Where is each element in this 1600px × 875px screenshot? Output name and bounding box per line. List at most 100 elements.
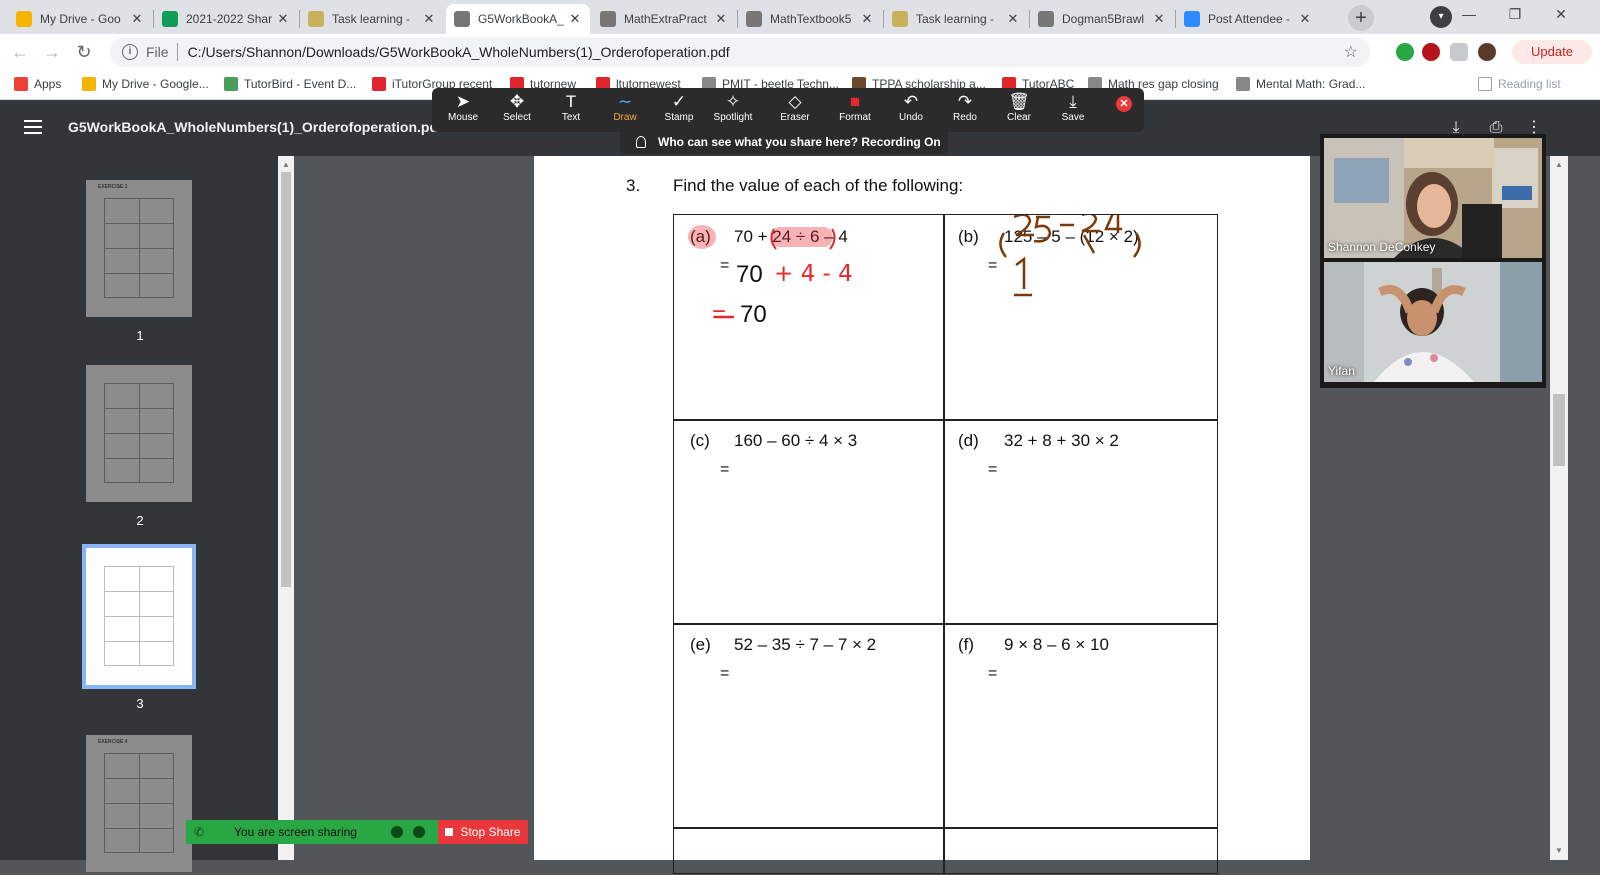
- browser-tab[interactable]: Task learning - ✕: [884, 4, 1028, 34]
- page-thumbnail[interactable]: EXERCISE 1: [86, 180, 192, 317]
- participant-video[interactable]: Shannon DeConkey: [1324, 138, 1542, 258]
- thumbnail-line: [104, 408, 174, 409]
- reload-icon[interactable]: ↻: [72, 40, 96, 64]
- globe-icon: [1038, 11, 1054, 27]
- thumbnail-heading: EXERCISE 1: [98, 184, 128, 190]
- puzzle-extensions-icon[interactable]: [1450, 43, 1468, 61]
- pdf-page: 3. Find the value of each of the followi…: [534, 156, 1310, 874]
- thumbnail-heading: EXERCISE 4: [98, 739, 128, 745]
- select-tool[interactable]: ✥ Select: [490, 92, 544, 123]
- bookmark-item[interactable]: TutorBird - Event D...: [224, 77, 356, 91]
- close-tab-icon[interactable]: ✕: [1152, 11, 1166, 27]
- bookmark-star-icon[interactable]: ☆: [1344, 42, 1358, 62]
- scroll-up-icon[interactable]: ▲: [1555, 160, 1563, 169]
- google-drive-icon: [82, 77, 96, 91]
- page-thumbnail[interactable]: [82, 544, 196, 689]
- spotlight-tool[interactable]: ✧ Spotlight: [706, 92, 760, 123]
- bookmark-label: Mental Math: Grad...: [1256, 77, 1366, 91]
- participant-video[interactable]: Yifan: [1324, 262, 1542, 382]
- bookmark-item[interactable]: My Drive - Google...: [82, 77, 209, 91]
- draw-tool[interactable]: ∼ Draw: [598, 92, 652, 123]
- close-tab-icon[interactable]: ✕: [714, 11, 728, 27]
- screen-sharing-bar[interactable]: ✆ You are screen sharing: [186, 820, 438, 844]
- page-scrollbar[interactable]: ▲ ▼: [1550, 156, 1568, 860]
- site-info-icon[interactable]: i: [122, 44, 138, 60]
- close-tab-icon[interactable]: ✕: [422, 11, 436, 27]
- minimize-icon[interactable]: —: [1446, 0, 1492, 30]
- close-tab-icon[interactable]: ✕: [1298, 11, 1312, 27]
- tutorbird-icon: [224, 77, 238, 91]
- stop-share-button[interactable]: Stop Share: [438, 820, 528, 844]
- browser-tab[interactable]: MathTextbook5 ✕: [738, 4, 882, 34]
- question-text: Find the value of each of the following:: [673, 176, 964, 195]
- draw-icon: ∼: [617, 92, 633, 111]
- clear-tool[interactable]: 🗑 Clear: [992, 92, 1046, 123]
- scroll-down-icon[interactable]: ▼: [1555, 846, 1563, 855]
- restore-icon[interactable]: ❐: [1492, 0, 1538, 30]
- address-bar[interactable]: i File C:/Users/Shannon/Downloads/G5Work…: [110, 37, 1370, 67]
- share-notice-text: Who can see what you share here? Recordi…: [658, 135, 941, 149]
- share-visibility-notice[interactable]: Who can see what you share here? Recordi…: [620, 130, 948, 154]
- tool-label: Spotlight: [713, 112, 753, 123]
- close-annotation-icon[interactable]: ✕: [1116, 96, 1132, 112]
- eraser-tool[interactable]: ◇ Eraser: [768, 92, 822, 123]
- browser-tab[interactable]: MathExtraPract ✕: [592, 4, 736, 34]
- tool-label: Redo: [953, 112, 977, 123]
- tool-label: Undo: [899, 112, 923, 123]
- reading-list-button[interactable]: Reading list: [1478, 77, 1561, 91]
- bookmark-item[interactable]: Mental Math: Grad...: [1236, 77, 1365, 91]
- phone-icon: ✆: [194, 825, 205, 839]
- tool-label: Save: [1061, 112, 1085, 123]
- back-icon[interactable]: ←: [8, 40, 32, 64]
- close-tab-icon[interactable]: ✕: [276, 11, 290, 27]
- ublock-icon[interactable]: [1422, 43, 1440, 61]
- apps-grid-icon: [14, 77, 28, 91]
- highlight-a-label: [688, 225, 716, 249]
- close-tab-icon[interactable]: ✕: [568, 11, 582, 27]
- text-tool[interactable]: T Text: [544, 92, 598, 123]
- browser-tab[interactable]: Dogman5Brawl ✕: [1030, 4, 1174, 34]
- browser-tab[interactable]: My Drive - Goo ✕: [8, 4, 152, 34]
- forward-icon[interactable]: →: [40, 40, 64, 64]
- sharing-status: You are screen sharing: [234, 825, 357, 839]
- stop-icon: [445, 828, 454, 836]
- update-button[interactable]: Update: [1512, 40, 1592, 64]
- annotation-toolbar: ✕ ➤ Mouse ✥ Select T Text ∼ Draw ✓ Stamp ✧ Spotligh…: [432, 88, 1144, 132]
- network-icon[interactable]: [390, 826, 403, 838]
- format-tool[interactable]: ■ Format: [828, 92, 882, 123]
- window-close-icon[interactable]: ✕: [1538, 0, 1584, 30]
- thumbnail-sidebar: EXERCISE 1 1 2 3 EXERCISE 4: [0, 156, 278, 872]
- browser-tab[interactable]: Post Attendee - ✕: [1176, 4, 1320, 34]
- task-icon: [892, 11, 908, 27]
- tab-label: Dogman5Brawl: [1062, 12, 1145, 26]
- scrollbar-thumb[interactable]: [281, 172, 291, 587]
- stamp-tool[interactable]: ✓ Stamp: [652, 92, 706, 123]
- profile-avatar[interactable]: [1478, 43, 1496, 61]
- save-tool[interactable]: ⤓ Save: [1046, 92, 1100, 123]
- scroll-up-icon[interactable]: ▲: [282, 160, 290, 169]
- browser-tab[interactable]: 2021-2022 Shar ✕: [154, 4, 298, 34]
- page-thumbnail[interactable]: EXERCISE 4: [86, 735, 192, 872]
- tab-divider: [737, 10, 738, 28]
- redo-tool[interactable]: ↷ Redo: [938, 92, 992, 123]
- close-tab-icon[interactable]: ✕: [860, 11, 874, 27]
- extension-icon[interactable]: [1396, 43, 1414, 61]
- browser-tab[interactable]: Task learning - ✕: [300, 4, 444, 34]
- select-icon: ✥: [509, 92, 525, 111]
- url-scheme: File: [146, 44, 169, 60]
- close-tab-icon[interactable]: ✕: [1006, 11, 1020, 27]
- globe-icon: [600, 11, 616, 27]
- new-tab-button[interactable]: +: [1348, 5, 1374, 31]
- scrollbar-thumb[interactable]: [1553, 394, 1565, 466]
- menu-icon[interactable]: [24, 120, 42, 134]
- bookmark-item[interactable]: Apps: [14, 77, 61, 91]
- tool-label: Text: [561, 112, 581, 123]
- mouse-tool[interactable]: ➤ Mouse: [436, 92, 490, 123]
- undo-tool[interactable]: ↶ Undo: [884, 92, 938, 123]
- close-tab-icon[interactable]: ✕: [130, 11, 144, 27]
- tab-label: Task learning -: [332, 12, 411, 26]
- shield-icon[interactable]: [412, 826, 425, 838]
- browser-tab[interactable]: G5WorkBookA_ ✕: [446, 4, 590, 34]
- sidebar-scrollbar[interactable]: ▲: [278, 156, 294, 860]
- page-thumbnail[interactable]: [86, 365, 192, 502]
